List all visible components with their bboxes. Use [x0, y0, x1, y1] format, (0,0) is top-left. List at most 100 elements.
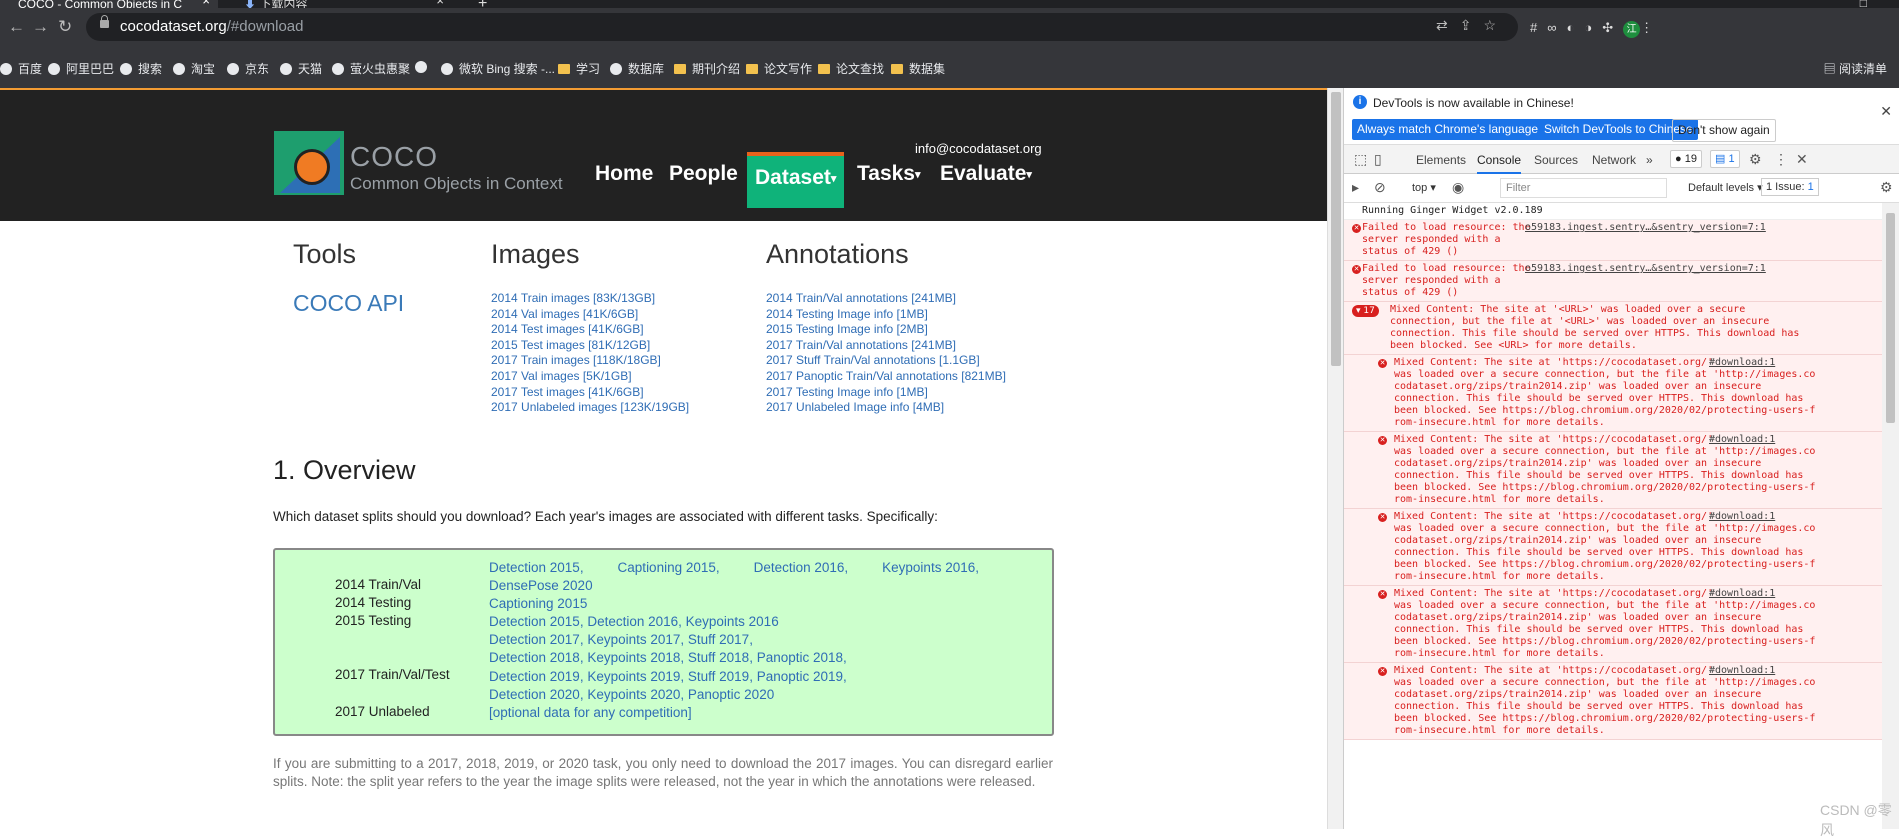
task-links[interactable]: Detection 2015, Detection 2016, Keypoint… — [489, 613, 979, 631]
issues-counter[interactable]: 1 Issue: 1 — [1761, 178, 1819, 196]
bookmark-item[interactable]: 微软 Bing 搜索 -... — [441, 60, 555, 77]
log-levels-dropdown[interactable]: Default levels ▾ — [1688, 181, 1763, 194]
bookmark-folder[interactable]: 学习 — [558, 60, 600, 77]
bookmark-folder[interactable]: 期刊介绍 — [674, 60, 740, 77]
annotation-download-link[interactable]: 2015 Testing Image info [2MB] — [766, 322, 1006, 338]
task-links[interactable]: Detection 2019, Keypoints 2019, Stuff 20… — [489, 668, 979, 686]
tab-close-icon[interactable]: × — [202, 0, 210, 7]
image-download-link[interactable]: 2014 Train images [83K/13GB] — [491, 291, 689, 307]
nav-people[interactable]: People — [669, 152, 738, 204]
image-download-link[interactable]: 2015 Test images [81K/12GB] — [491, 338, 689, 354]
bookmark-item[interactable]: 天猫 — [280, 60, 322, 77]
nav-dataset[interactable]: Dataset▾ — [747, 152, 845, 208]
close-icon[interactable]: ✕ — [1880, 103, 1892, 120]
scrollbar-thumb[interactable] — [1886, 213, 1895, 423]
logo-subtitle: Common Objects in Context — [350, 174, 563, 193]
bookmark-item[interactable]: 数据库 — [610, 60, 664, 77]
console-scrollbar[interactable] — [1882, 203, 1899, 829]
inspect-icon[interactable]: ⬚ — [1354, 151, 1367, 168]
bookmark-folder[interactable]: 论文写作 — [746, 60, 812, 77]
site-header: COCO Common Objects in Context info@coco… — [0, 90, 1327, 221]
source-link[interactable]: o59183.ingest.sentry…&sentry_version=7:1 — [1525, 222, 1766, 234]
task-links[interactable]: DensePose 2020 — [489, 577, 979, 595]
bookmark-item[interactable] — [415, 60, 433, 74]
tab-console[interactable]: Console — [1477, 153, 1522, 174]
tab-coco[interactable]: COCO - Common Objects in C × — [0, 0, 218, 8]
image-download-link[interactable]: 2014 Val images [41K/6GB] — [491, 307, 689, 323]
bookmark-item[interactable]: 淘宝 — [173, 60, 215, 77]
image-download-list: 2014 Train images [83K/13GB] 2014 Val im… — [491, 291, 689, 416]
device-toolbar-icon[interactable]: ▯ — [1374, 151, 1382, 168]
forward-icon[interactable]: → — [32, 17, 49, 37]
nav-home[interactable]: Home — [595, 152, 653, 204]
live-expression-eye-icon[interactable]: ◉ — [1452, 179, 1464, 196]
image-download-link[interactable]: 2017 Test images [41K/6GB] — [491, 385, 689, 401]
image-download-link[interactable]: 2017 Val images [5K/1GB] — [491, 369, 689, 385]
avatar[interactable]: 江 — [1623, 21, 1641, 38]
source-link[interactable]: #download:1 — [1709, 588, 1775, 600]
task-links[interactable]: Captioning 2015 — [489, 595, 979, 613]
folder-icon — [558, 64, 570, 74]
console-filter-input[interactable]: Filter — [1500, 178, 1667, 198]
bookmark-item[interactable]: 京东 — [227, 60, 269, 77]
settings-icon[interactable]: ⚙ — [1749, 151, 1762, 168]
annotation-download-link[interactable]: 2014 Testing Image info [1MB] — [766, 307, 1006, 323]
image-download-link[interactable]: 2014 Test images [41K/6GB] — [491, 322, 689, 338]
image-download-link[interactable]: 2017 Unlabeled images [123K/19GB] — [491, 400, 689, 416]
tab-close-icon[interactable]: × — [436, 0, 444, 7]
source-link[interactable]: #download:1 — [1709, 511, 1775, 523]
console-error: ✕ Mixed Content: The site at 'https://co… — [1344, 509, 1882, 586]
image-download-link[interactable]: 2017 Train images [118K/18GB] — [491, 353, 689, 369]
annotation-download-link[interactable]: 2017 Unlabeled Image info [4MB] — [766, 400, 1006, 416]
nav-tasks[interactable]: Tasks▾ — [857, 152, 921, 204]
tab-network[interactable]: Network — [1592, 153, 1636, 167]
context-selector[interactable]: top ▾ — [1412, 181, 1436, 194]
nav-evaluate[interactable]: Evaluate▾ — [940, 152, 1032, 204]
console-toolbar: ▸ ⊘ top ▾ ◉ Filter Default levels ▾ 1 Is… — [1344, 174, 1899, 203]
coco-api-link[interactable]: COCO API — [293, 290, 404, 317]
error-count-badge[interactable]: ● 19 — [1670, 150, 1702, 168]
sidebar-toggle-icon[interactable]: ▸ — [1352, 179, 1359, 196]
coco-logo[interactable] — [274, 131, 344, 195]
tab-sources[interactable]: Sources — [1534, 153, 1578, 167]
source-link[interactable]: #download:1 — [1709, 357, 1775, 369]
extension-icons[interactable]: #∞◐◑✣ 江 ⋮ — [1530, 20, 1663, 38]
task-links[interactable]: Detection 2018, Keypoints 2018, Stuff 20… — [489, 649, 979, 667]
close-devtools-icon[interactable]: ✕ — [1796, 151, 1808, 168]
bookmark-item[interactable]: 搜索 — [120, 60, 162, 77]
annotation-download-link[interactable]: 2014 Train/Val annotations [241MB] — [766, 291, 1006, 307]
task-links[interactable]: Detection 2020, Keypoints 2020, Panoptic… — [489, 686, 979, 704]
address-bar-actions[interactable]: ⇄⇪☆ — [1436, 17, 1508, 34]
issues-badge[interactable]: ▤ 1 — [1710, 150, 1740, 168]
annotation-download-link[interactable]: 2017 Panoptic Train/Val annotations [821… — [766, 369, 1006, 385]
clear-console-icon[interactable]: ⊘ — [1374, 179, 1386, 196]
console-error-group[interactable]: ▾ 17 Mixed Content: The site at '<URL>' … — [1344, 302, 1882, 355]
back-icon[interactable]: ← — [8, 17, 25, 37]
task-links[interactable]: [optional data for any competition] — [489, 704, 979, 722]
scrollbar-thumb[interactable] — [1331, 92, 1341, 366]
reading-list[interactable]: ▤ 阅读清单 — [1824, 60, 1887, 77]
tab-downloads[interactable]: ⬇ 下载内容 × — [232, 0, 452, 8]
address-bar[interactable]: cocodataset.org/#download ⇄⇪☆ — [86, 13, 1518, 41]
task-links[interactable]: Detection 2017, Keypoints 2017, Stuff 20… — [489, 631, 979, 649]
source-link[interactable]: #download:1 — [1709, 665, 1775, 677]
bookmark-folder[interactable]: 论文查找 — [818, 60, 884, 77]
bookmark-item[interactable]: 阿里巴巴 — [48, 60, 114, 77]
console-settings-icon[interactable]: ⚙ — [1880, 179, 1893, 196]
page-scrollbar[interactable] — [1327, 88, 1344, 829]
bookmark-item[interactable]: 萤火虫惠聚 — [332, 60, 410, 77]
annotation-download-link[interactable]: 2017 Stuff Train/Val annotations [1.1GB] — [766, 353, 1006, 369]
source-link[interactable]: o59183.ingest.sentry…&sentry_version=7:1 — [1525, 263, 1766, 275]
bookmark-folder[interactable]: 数据集 — [891, 60, 945, 77]
task-links[interactable]: Detection 2015, Captioning 2015, Detection… — [489, 559, 979, 577]
annotation-download-link[interactable]: 2017 Train/Val annotations [241MB] — [766, 338, 1006, 354]
more-tabs-icon[interactable]: » — [1646, 153, 1653, 167]
more-options-icon[interactable]: ⋮ — [1774, 151, 1788, 168]
bookmark-item[interactable]: 百度 — [0, 60, 42, 77]
annotation-download-link[interactable]: 2017 Testing Image info [1MB] — [766, 385, 1006, 401]
reload-icon[interactable]: ↻ — [58, 17, 72, 37]
dont-show-again-button[interactable]: Don't show again — [1672, 119, 1776, 142]
tab-elements[interactable]: Elements — [1416, 153, 1466, 167]
source-link[interactable]: #download:1 — [1709, 434, 1775, 446]
match-language-button[interactable]: Always match Chrome's language — [1352, 119, 1544, 140]
